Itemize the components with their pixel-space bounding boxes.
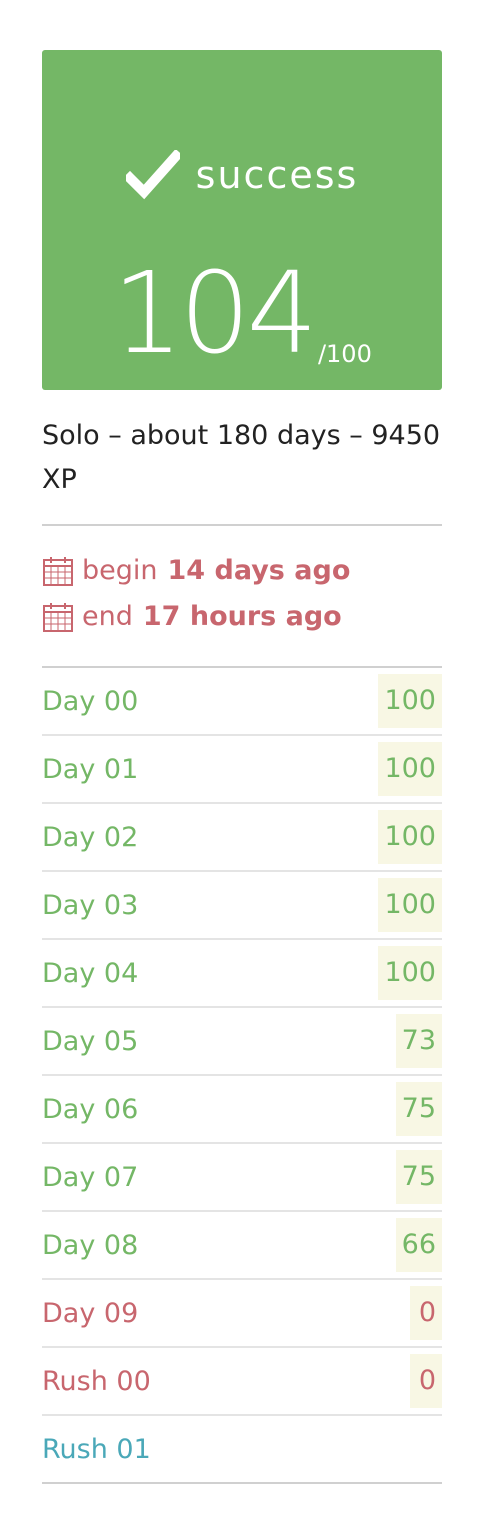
checkmark-icon [125, 150, 180, 200]
item-name[interactable]: Day 09 [42, 1298, 138, 1329]
list-item[interactable]: Day 01 100 [42, 736, 442, 804]
end-label: end [82, 601, 133, 632]
list-item[interactable]: Day 07 75 [42, 1144, 442, 1212]
item-name[interactable]: Day 00 [42, 686, 138, 717]
list-item[interactable]: Day 08 66 [42, 1212, 442, 1280]
item-score: 75 [395, 1150, 442, 1204]
status-label: success [195, 153, 359, 197]
item-score: 100 [378, 810, 442, 864]
list-item[interactable]: Day 02 100 [42, 804, 442, 872]
status-line: success [42, 150, 442, 200]
item-name[interactable]: Day 03 [42, 890, 138, 921]
project-list: Day 00 100 Day 01 100 Day 02 100 Day 03 … [42, 666, 442, 1484]
dates-block: begin 14 days ago end 17 hours ago [42, 526, 442, 666]
item-score: 0 [410, 1286, 442, 1340]
item-score: 100 [378, 946, 442, 1000]
end-value: 17 hours ago [142, 601, 342, 632]
item-score: 75 [395, 1082, 442, 1136]
item-name[interactable]: Day 05 [42, 1026, 138, 1057]
project-summary: Solo – about 180 days – 9450 XP [42, 420, 441, 495]
item-score: 100 [378, 674, 442, 728]
begin-label: begin [82, 555, 158, 586]
item-name[interactable]: Day 08 [42, 1230, 138, 1261]
grade: 104/100 [42, 258, 442, 370]
grade-value: 104 [112, 249, 318, 379]
item-name[interactable]: Rush 00 [42, 1366, 151, 1397]
list-item[interactable]: Day 04 100 [42, 940, 442, 1008]
calendar-icon [43, 603, 73, 632]
item-name[interactable]: Day 01 [42, 754, 138, 785]
list-item[interactable]: Day 06 75 [42, 1076, 442, 1144]
list-item[interactable]: Day 00 100 [42, 668, 442, 736]
item-name[interactable]: Day 02 [42, 822, 138, 853]
status-card: success 104/100 [42, 50, 442, 390]
grade-max: /100 [317, 340, 372, 368]
item-score: 100 [378, 878, 442, 932]
item-name[interactable]: Day 07 [42, 1162, 138, 1193]
item-score: 100 [378, 742, 442, 796]
item-name[interactable]: Day 06 [42, 1094, 138, 1125]
list-item[interactable]: Rush 00 0 [42, 1348, 442, 1416]
list-item[interactable]: Day 09 0 [42, 1280, 442, 1348]
item-score: 66 [395, 1218, 442, 1272]
item-score: 73 [395, 1014, 442, 1068]
list-item[interactable]: Day 03 100 [42, 872, 442, 940]
item-name[interactable]: Day 04 [42, 958, 138, 989]
list-item[interactable]: Day 05 73 [42, 1008, 442, 1076]
end-date-row: end 17 hours ago [42, 594, 442, 640]
item-name[interactable]: Rush 01 [42, 1434, 151, 1465]
calendar-icon [43, 557, 73, 586]
begin-value: 14 days ago [167, 555, 351, 586]
item-score: 0 [410, 1354, 442, 1408]
begin-date-row: begin 14 days ago [42, 548, 442, 594]
project-panel: success 104/100 Solo – about 180 days – … [42, 50, 442, 1484]
